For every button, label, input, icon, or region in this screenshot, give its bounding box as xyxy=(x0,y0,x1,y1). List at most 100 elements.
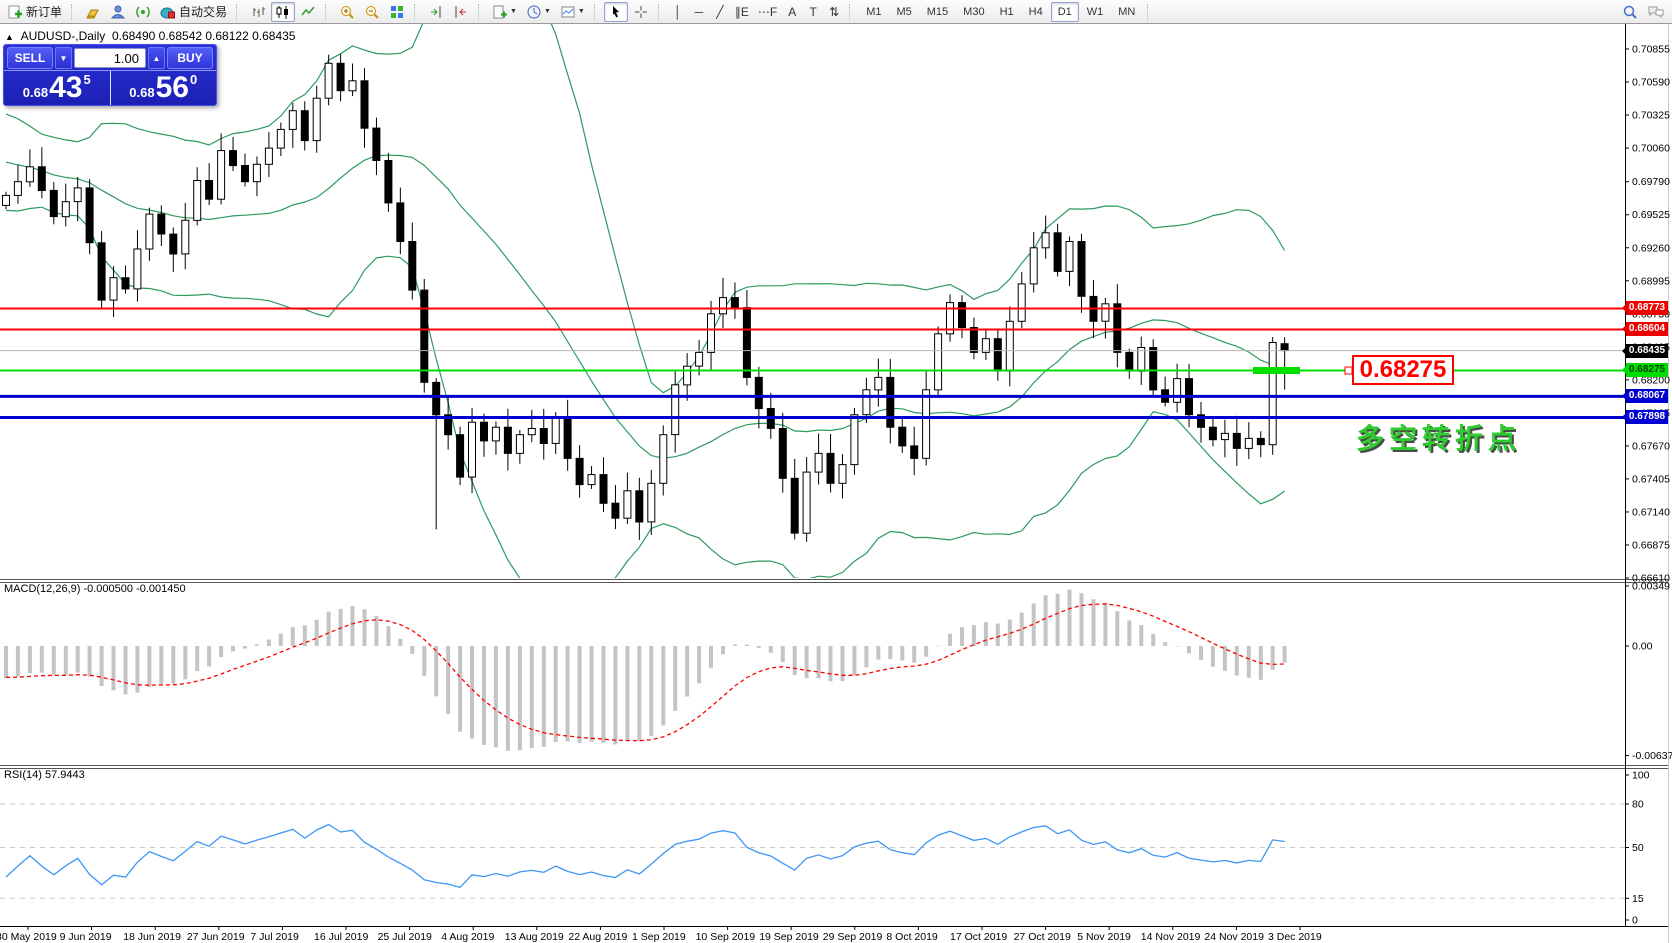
macd-tick: 0.00 xyxy=(1632,641,1653,653)
chat-button[interactable] xyxy=(1643,2,1669,22)
separator xyxy=(325,4,330,20)
bar-chart-icon xyxy=(250,4,266,20)
sell-button[interactable]: SELL xyxy=(7,47,53,69)
volume-increase-button[interactable]: ▲ xyxy=(148,47,165,69)
trendline-tool[interactable]: ╱ xyxy=(710,2,730,22)
period-button[interactable]: ▼ xyxy=(522,2,555,22)
volume-input[interactable]: 1.00 xyxy=(74,48,146,68)
timeframe-mn[interactable]: MN xyxy=(1111,2,1142,22)
sell-price[interactable]: 0.68 43 5 xyxy=(4,71,110,105)
template-button[interactable]: ▼ xyxy=(556,2,589,22)
buy-price-point: 0 xyxy=(190,72,197,87)
crosshair-button[interactable] xyxy=(629,2,653,22)
rsi-tick: 15 xyxy=(1632,893,1644,905)
rsi-tick: 0 xyxy=(1632,915,1638,927)
macd-indicator-label: MACD(12,26,9) -0.000500 -0.001450 xyxy=(4,583,186,595)
search-icon xyxy=(1622,4,1638,20)
timeframe-m5[interactable]: M5 xyxy=(889,2,918,22)
buy-button[interactable]: BUY xyxy=(167,47,213,69)
price-label-resistance1: 0.68773 xyxy=(1626,301,1668,315)
zoom-out-button[interactable] xyxy=(360,2,384,22)
date-tick: 16 Jul 2019 xyxy=(314,931,368,943)
timeframe-h1[interactable]: H1 xyxy=(993,2,1021,22)
signal-icon xyxy=(135,4,151,20)
person-icon xyxy=(110,4,126,20)
accounts-button[interactable] xyxy=(106,2,130,22)
equidistant-channel-tool[interactable]: ∥E xyxy=(731,2,753,22)
main-toolbar: 新订单 自动交易 ▼ ▼ ▼ xyxy=(0,0,1672,24)
rsi-indicator-label: RSI(14) 57.9443 xyxy=(4,769,85,781)
fibonacci-tool[interactable]: ⋯F xyxy=(754,2,781,22)
autotrade-icon xyxy=(160,4,176,20)
separator xyxy=(849,4,854,20)
chart-canvas[interactable]: 0.708550.705900.703250.700600.697900.695… xyxy=(0,24,1672,943)
new-order-button[interactable]: 新订单 xyxy=(3,2,66,22)
text-box-anchor[interactable] xyxy=(1345,367,1352,374)
separator xyxy=(594,4,599,20)
trendline-tool-icon: ╱ xyxy=(716,5,723,19)
rsi-tick: 100 xyxy=(1632,770,1650,782)
timeframe-w1[interactable]: W1 xyxy=(1080,2,1111,22)
cursor-button[interactable] xyxy=(604,2,628,22)
text-tool[interactable]: A xyxy=(782,2,802,22)
crosshair-icon xyxy=(633,4,649,20)
pivot-price-text-box[interactable]: 0.68275 xyxy=(1352,355,1454,385)
timeframe-m1[interactable]: M1 xyxy=(859,2,888,22)
price-tick: 0.67405 xyxy=(1632,473,1670,485)
zoom-in-button[interactable] xyxy=(335,2,359,22)
macd-tick: -0.00637 xyxy=(1632,750,1672,762)
zoom-in-icon xyxy=(339,4,355,20)
line-chart-icon xyxy=(300,4,316,20)
tile-windows-button[interactable] xyxy=(385,2,409,22)
candlestick-chart-button[interactable] xyxy=(271,2,295,22)
search-button[interactable] xyxy=(1618,2,1642,22)
autotrade-label: 自动交易 xyxy=(179,3,227,20)
separator xyxy=(478,4,483,20)
auto-scroll-button[interactable] xyxy=(449,2,473,22)
date-tick: 8 Oct 2019 xyxy=(886,931,938,943)
history-center-button[interactable] xyxy=(81,2,105,22)
price-tick: 0.69790 xyxy=(1632,176,1670,188)
text-label-tool[interactable]: T xyxy=(803,2,823,22)
vertical-line-tool[interactable]: │ xyxy=(668,2,688,22)
collapse-panel-icon[interactable]: ▲ xyxy=(5,32,14,42)
new-template-button[interactable]: ▼ xyxy=(488,2,521,22)
buy-price-pips: 56 xyxy=(156,74,189,102)
date-tick: 22 Aug 2019 xyxy=(568,931,627,943)
separator xyxy=(414,4,419,20)
text-label-tool-icon: T xyxy=(810,5,817,19)
chart-shift-button[interactable] xyxy=(424,2,448,22)
date-tick: 24 Nov 2019 xyxy=(1204,931,1264,943)
price-label-current: 0.68435 xyxy=(1626,344,1668,358)
date-tick: 7 Jul 2019 xyxy=(250,931,299,943)
text-tool-icon: A xyxy=(788,5,796,19)
clock-icon xyxy=(526,4,542,20)
chart-title: ▲ AUDUSD-,Daily 0.68490 0.68542 0.68122 … xyxy=(5,29,295,43)
date-tick: 14 Nov 2019 xyxy=(1141,931,1201,943)
horizontal-line-tool[interactable]: ─ xyxy=(689,2,709,22)
price-tick: 0.69260 xyxy=(1632,242,1670,254)
date-tick: 30 May 2019 xyxy=(0,931,57,943)
date-tick: 18 Jun 2019 xyxy=(123,931,181,943)
bar-chart-button[interactable] xyxy=(246,2,270,22)
timeframe-h4[interactable]: H4 xyxy=(1022,2,1050,22)
cursor-icon xyxy=(608,4,624,20)
line-chart-button[interactable] xyxy=(296,2,320,22)
date-tick: 13 Aug 2019 xyxy=(505,931,564,943)
date-tick: 17 Oct 2019 xyxy=(950,931,1007,943)
symbol-period-label: AUDUSD-,Daily xyxy=(21,29,106,43)
zoom-out-icon xyxy=(364,4,380,20)
timeframe-d1[interactable]: D1 xyxy=(1051,2,1079,22)
price-label-pivot: 0.68275 xyxy=(1626,363,1668,377)
timeframe-m30[interactable]: M30 xyxy=(956,2,991,22)
date-tick: 5 Nov 2019 xyxy=(1077,931,1131,943)
volume-decrease-button[interactable]: ▼ xyxy=(55,47,72,69)
timeframe-m15[interactable]: M15 xyxy=(920,2,955,22)
buy-price[interactable]: 0.68 56 0 xyxy=(111,71,217,105)
autotrade-button[interactable]: 自动交易 xyxy=(156,2,231,22)
signals-button[interactable] xyxy=(131,2,155,22)
arrows-tool[interactable]: ⇅ xyxy=(824,2,844,22)
turning-point-note[interactable]: 多空转折点 xyxy=(1356,424,1521,454)
one-click-trading-panel: SELL ▼ 1.00 ▲ BUY 0.68 43 5 0.68 56 0 xyxy=(3,44,217,106)
date-tick: 29 Sep 2019 xyxy=(823,931,883,943)
